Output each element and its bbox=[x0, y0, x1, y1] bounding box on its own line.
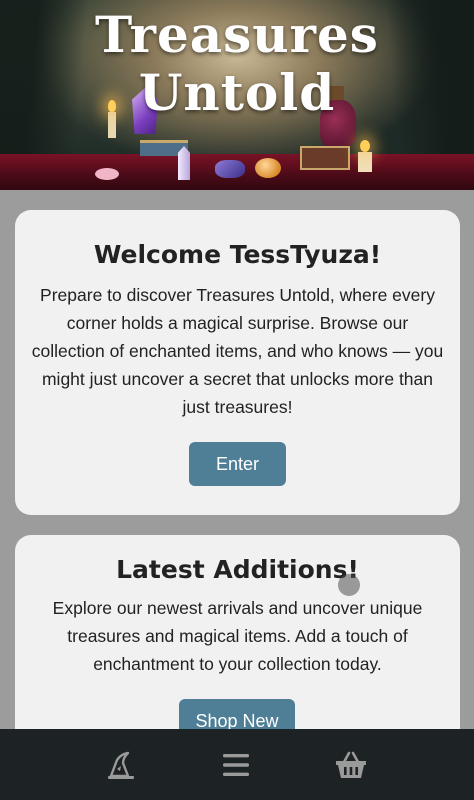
touch-indicator bbox=[338, 574, 360, 596]
latest-heading: Latest Additions! bbox=[116, 555, 359, 584]
menu-button[interactable] bbox=[216, 745, 256, 785]
cart-button[interactable] bbox=[331, 745, 371, 785]
candle-image bbox=[358, 152, 372, 172]
home-button[interactable] bbox=[101, 745, 141, 785]
welcome-card: Welcome TessTyuza! Prepare to discover T… bbox=[15, 210, 460, 515]
hero-banner: Treasures Untold bbox=[0, 0, 474, 190]
bottom-navigation bbox=[0, 729, 474, 800]
orange-gem-image bbox=[255, 158, 281, 178]
pink-gem-image bbox=[95, 168, 119, 180]
candle-flame-image bbox=[360, 140, 370, 152]
wizard-hat-icon bbox=[108, 751, 134, 779]
enter-button[interactable]: Enter bbox=[189, 442, 286, 486]
blue-gem-image bbox=[215, 160, 245, 178]
site-title-line2: Untold bbox=[138, 63, 336, 122]
hamburger-menu-icon bbox=[223, 754, 249, 776]
site-title-line1: Treasures bbox=[95, 5, 379, 64]
jewelry-box-image bbox=[300, 146, 350, 170]
site-title: Treasures Untold bbox=[0, 6, 474, 122]
latest-text: Explore our newest arrivals and uncover … bbox=[52, 598, 423, 674]
welcome-text: Prepare to discover Treasures Untold, wh… bbox=[31, 285, 444, 417]
clear-crystal-image bbox=[178, 146, 190, 180]
basket-icon bbox=[336, 751, 366, 778]
welcome-heading: Welcome TessTyuza! bbox=[93, 240, 382, 269]
